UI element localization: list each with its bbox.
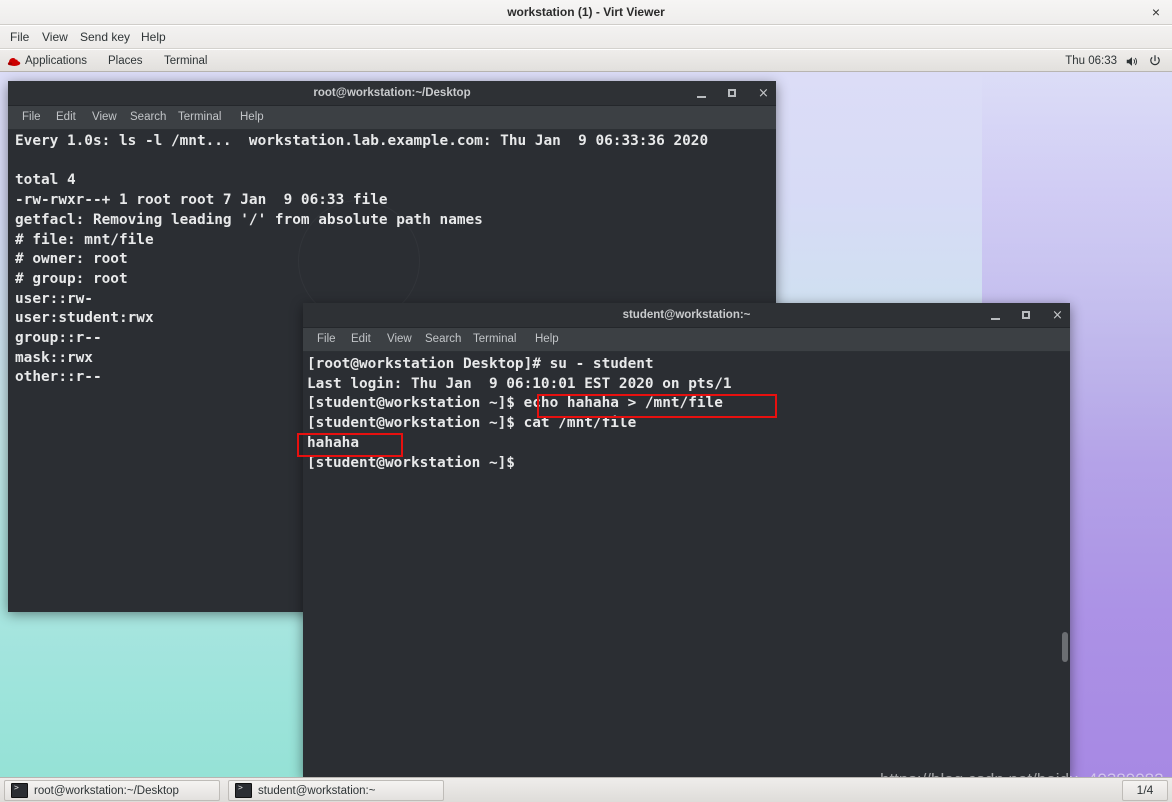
terminal-one-menu-help[interactable]: Help	[240, 109, 264, 125]
terminal-one-menubar: File Edit View Search Terminal Help	[8, 106, 776, 130]
terminal-two-title: student@workstation:~	[622, 309, 751, 321]
minimize-button[interactable]	[695, 87, 708, 100]
terminal-two-titlebar[interactable]: student@workstation:~ ×	[303, 303, 1070, 328]
close-icon[interactable]: ×	[1148, 4, 1164, 20]
maximize-button[interactable]	[1020, 309, 1033, 322]
maximize-button[interactable]	[726, 87, 739, 100]
taskbar-item-label: student@workstation:~	[258, 784, 376, 797]
terminal-two-window-controls: ×	[989, 303, 1064, 327]
panel-terminal-menu[interactable]: Terminal	[164, 53, 207, 69]
menu-item-file[interactable]: File	[6, 29, 33, 46]
terminal-one-menu-file[interactable]: File	[22, 109, 41, 125]
terminal-icon	[11, 783, 28, 798]
close-button[interactable]: ×	[757, 87, 770, 100]
taskbar-item-student-terminal[interactable]: student@workstation:~	[228, 780, 444, 801]
gnome-top-panel: Applications Places Terminal Thu 06:33	[0, 50, 1172, 72]
menu-item-view[interactable]: View	[38, 29, 72, 46]
terminal-one-menu-edit[interactable]: Edit	[56, 109, 76, 125]
terminal-one-menu-view[interactable]: View	[92, 109, 117, 125]
menu-item-send-key[interactable]: Send key	[76, 29, 134, 46]
virt-viewer-menubar: File View Send key Help	[0, 26, 1172, 49]
redhat-logo-icon	[7, 58, 21, 66]
terminal-one-title: root@workstation:~/Desktop	[313, 87, 471, 99]
terminal-window-student[interactable]: student@workstation:~ × File Edit View S…	[303, 303, 1070, 778]
panel-applications-menu[interactable]: Applications	[25, 53, 87, 69]
terminal-one-menu-search[interactable]: Search	[130, 109, 166, 125]
power-icon[interactable]	[1148, 54, 1162, 68]
terminal-icon	[235, 783, 252, 798]
taskbar-item-root-terminal[interactable]: root@workstation:~/Desktop	[4, 780, 220, 801]
terminal-two-menu-terminal[interactable]: Terminal	[473, 331, 516, 347]
workspace-pager[interactable]: 1/4	[1122, 780, 1168, 801]
terminal-two-menu-file[interactable]: File	[317, 331, 336, 347]
bottom-taskbar: root@workstation:~/Desktop student@works…	[0, 777, 1172, 802]
window-title: workstation (1) - Virt Viewer	[507, 5, 665, 19]
menu-item-help[interactable]: Help	[137, 29, 170, 46]
terminal-two-menu-help[interactable]: Help	[535, 331, 559, 347]
panel-places-menu[interactable]: Places	[108, 53, 143, 69]
terminal-two-scrollbar[interactable]	[1062, 632, 1068, 662]
terminal-one-titlebar[interactable]: root@workstation:~/Desktop ×	[8, 81, 776, 106]
terminal-two-body[interactable]: [root@workstation Desktop]# su - student…	[303, 352, 1070, 778]
terminal-two-output: [root@workstation Desktop]# su - student…	[307, 356, 732, 471]
screen: workstation (1) - Virt Viewer × File Vie…	[0, 0, 1172, 802]
virt-viewer-titlebar: workstation (1) - Virt Viewer ×	[0, 0, 1172, 25]
minimize-button[interactable]	[989, 309, 1002, 322]
close-button[interactable]: ×	[1051, 309, 1064, 322]
taskbar-item-label: root@workstation:~/Desktop	[34, 784, 179, 797]
terminal-two-menu-search[interactable]: Search	[425, 331, 461, 347]
panel-clock[interactable]: Thu 06:33	[1065, 53, 1117, 69]
terminal-two-menu-view[interactable]: View	[387, 331, 412, 347]
terminal-two-menubar: File Edit View Search Terminal Help	[303, 328, 1070, 352]
volume-icon[interactable]	[1125, 55, 1139, 68]
terminal-one-window-controls: ×	[695, 81, 770, 105]
terminal-two-menu-edit[interactable]: Edit	[351, 331, 371, 347]
terminal-one-menu-terminal[interactable]: Terminal	[178, 109, 221, 125]
